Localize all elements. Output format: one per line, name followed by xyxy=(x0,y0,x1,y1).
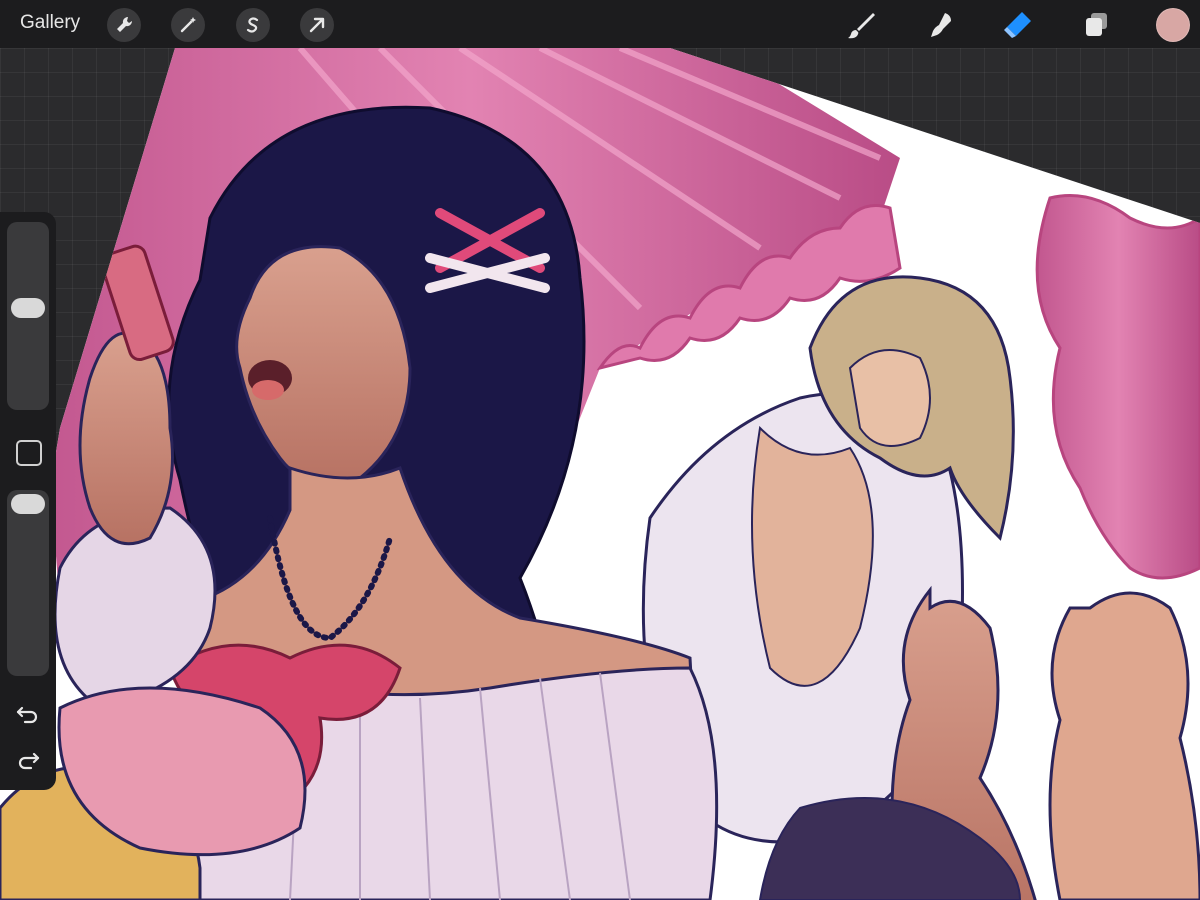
undo-icon xyxy=(16,706,38,724)
smudge-icon xyxy=(931,13,951,37)
undo-button[interactable] xyxy=(14,702,42,728)
transform-arrow-icon xyxy=(309,17,325,33)
gallery-button[interactable]: Gallery xyxy=(20,12,80,34)
top-toolbar: Gallery xyxy=(0,0,1200,48)
brush-tool-button[interactable] xyxy=(844,7,880,43)
redo-button[interactable] xyxy=(14,748,42,774)
modify-button[interactable] xyxy=(16,440,42,466)
smudge-tool-button[interactable] xyxy=(922,7,958,43)
eraser-icon xyxy=(1004,12,1031,38)
color-picker-button[interactable] xyxy=(1156,8,1190,42)
opacity-thumb[interactable] xyxy=(11,494,45,514)
wrench-icon xyxy=(117,16,133,32)
eraser-tool-button[interactable] xyxy=(1000,7,1036,43)
brush-icon xyxy=(848,13,875,39)
selection-button[interactable] xyxy=(236,8,270,42)
actions-button[interactable] xyxy=(107,8,141,42)
layers-icon xyxy=(1086,13,1107,36)
opacity-slider[interactable] xyxy=(7,490,49,676)
brush-size-slider[interactable] xyxy=(7,222,49,410)
adjustments-button[interactable] xyxy=(171,8,205,42)
transform-button[interactable] xyxy=(300,8,334,42)
left-sidebar xyxy=(0,212,56,790)
brush-size-thumb[interactable] xyxy=(11,298,45,318)
selection-s-icon xyxy=(246,17,259,33)
redo-icon xyxy=(18,752,40,770)
magic-wand-icon xyxy=(180,17,196,33)
layers-button[interactable] xyxy=(1078,7,1114,43)
artwork-canvas[interactable] xyxy=(0,48,1200,900)
